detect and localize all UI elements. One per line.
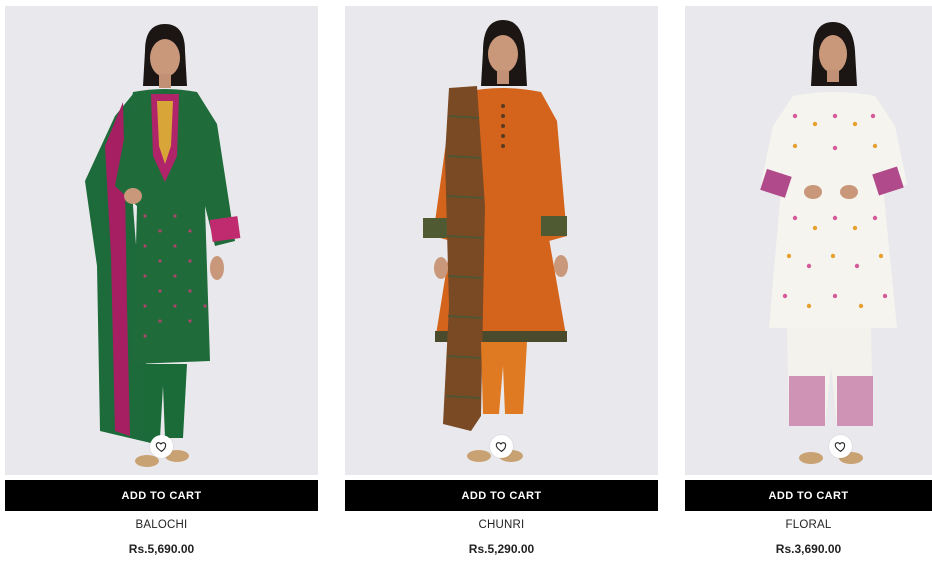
add-to-cart-button[interactable]: ADD TO CART	[685, 480, 932, 511]
heart-icon	[155, 442, 167, 453]
product-image[interactable]	[5, 6, 318, 475]
product-card: ADD TO CART BALOCHI Rs.5,690.00	[5, 0, 318, 564]
wishlist-button[interactable]	[490, 435, 513, 458]
product-card: ADD TO CART CHUNRI Rs.5,290.00	[345, 0, 658, 564]
add-to-cart-button[interactable]: ADD TO CART	[345, 480, 658, 511]
wishlist-button[interactable]	[150, 435, 173, 458]
wishlist-button[interactable]	[829, 435, 852, 458]
product-name[interactable]: BALOCHI	[5, 519, 318, 531]
orange-suit-model-illustration	[423, 20, 568, 462]
product-name[interactable]: FLORAL	[685, 519, 932, 531]
product-price: Rs.5,690.00	[128, 542, 195, 556]
product-price: Rs.3,690.00	[775, 542, 842, 556]
product-image[interactable]	[685, 6, 932, 475]
product-card: ADD TO CART FLORAL Rs.3,690.00	[685, 0, 932, 564]
add-to-cart-button[interactable]: ADD TO CART	[5, 480, 318, 511]
green-suit-model-illustration	[85, 24, 241, 467]
heart-icon	[834, 442, 846, 453]
product-name[interactable]: CHUNRI	[345, 519, 658, 531]
heart-icon	[495, 442, 507, 453]
white-floral-suit-model-illustration	[760, 22, 907, 464]
product-price: Rs.5,290.00	[468, 542, 535, 556]
product-image[interactable]	[345, 6, 658, 475]
